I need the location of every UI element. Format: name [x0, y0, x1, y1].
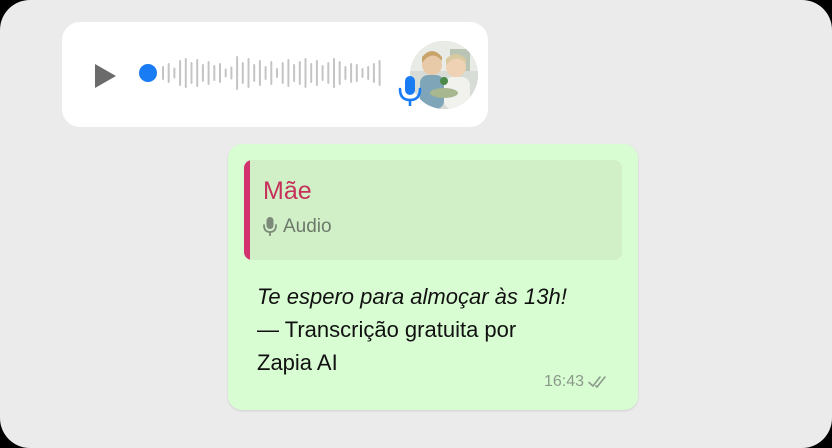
message-meta: 16:43 [544, 373, 610, 391]
waveform-bar [304, 58, 307, 88]
waveform-bar [162, 66, 164, 80]
waveform-bar [241, 62, 244, 84]
waveform-bar [270, 61, 273, 85]
waveform-bar [310, 63, 313, 83]
waveform-bar [207, 61, 210, 85]
waveform-bar [338, 61, 341, 85]
waveform-bar [264, 66, 267, 80]
waveform-bar [293, 64, 296, 82]
waveform-bar [287, 59, 290, 87]
waveform-bar [361, 68, 364, 78]
quote-type: Audio [263, 216, 332, 238]
waveform-bar [190, 62, 193, 84]
waveform-bar [378, 60, 381, 86]
waveform-bar [219, 63, 221, 83]
quote-accent-bar [244, 160, 250, 260]
waveform-bar [372, 63, 375, 83]
waveform-bar [173, 67, 176, 79]
transcription-text: Te espero para almoçar às 13h! [257, 284, 567, 309]
waveform-bar [367, 66, 370, 80]
waveform-bar [184, 58, 187, 88]
waveform-bar [258, 60, 261, 86]
double-check-icon [588, 376, 606, 388]
waveform-bar [179, 60, 182, 86]
microphone-icon [398, 76, 422, 106]
waveform-bar [281, 62, 284, 84]
microphone-icon [263, 217, 277, 236]
play-icon [95, 64, 116, 88]
transcription-credit: — Transcrição gratuita por [257, 317, 517, 342]
quote-author: Mãe [263, 177, 312, 205]
playback-position-thumb[interactable] [139, 64, 157, 82]
quoted-message[interactable]: Mãe Audio [244, 160, 622, 260]
chat-area: Mãe Audio Te espero para almoçar às 13h!… [0, 0, 832, 448]
waveform-bar [230, 66, 233, 80]
play-button[interactable] [88, 59, 122, 93]
waveform-bar [315, 60, 318, 86]
waveform-bar [321, 65, 324, 81]
message-time: 16:43 [544, 373, 585, 390]
waveform-bar [344, 66, 347, 80]
waveform-bar [298, 61, 301, 85]
waveform-bar [350, 63, 353, 83]
waveform-bar [247, 58, 250, 88]
waveform-bar [224, 68, 227, 78]
mic-badge [396, 74, 424, 108]
waveform-bar [253, 64, 256, 82]
waveform-bar [333, 58, 335, 88]
waveform-bar [167, 63, 170, 83]
waveform-bar [327, 62, 330, 84]
waveform-bar [196, 59, 199, 87]
quote-type-label: Audio [283, 216, 332, 237]
waveform-bar [213, 65, 216, 81]
audio-waveform[interactable] [138, 50, 384, 96]
message-text: Te espero para almoçar às 13h! — Transcr… [257, 280, 597, 379]
waveform-bar [355, 64, 358, 82]
waveform-bar [201, 64, 204, 82]
waveform-bar [276, 68, 278, 78]
waveform-bar [236, 56, 239, 90]
